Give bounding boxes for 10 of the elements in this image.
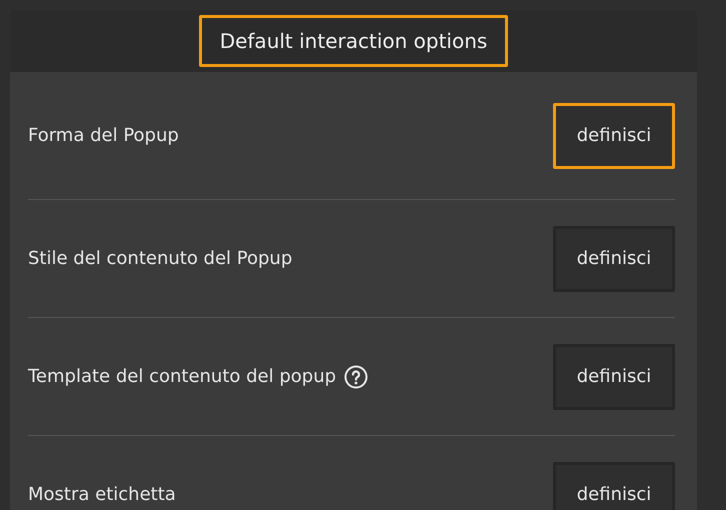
help-icon[interactable] <box>344 364 368 388</box>
option-label: Forma del Popup <box>28 124 179 148</box>
option-label: Stile del contenuto del Popup <box>28 247 292 271</box>
define-button[interactable]: definisci <box>553 344 675 410</box>
define-button[interactable]: definisci <box>553 226 675 292</box>
option-label: Mostra etichetta <box>28 483 176 507</box>
panel-title: Default interaction options <box>198 15 508 67</box>
option-label: Template del contenuto del popup <box>28 365 336 389</box>
define-button[interactable]: definisci <box>553 462 675 510</box>
define-button[interactable]: definisci <box>553 102 675 168</box>
